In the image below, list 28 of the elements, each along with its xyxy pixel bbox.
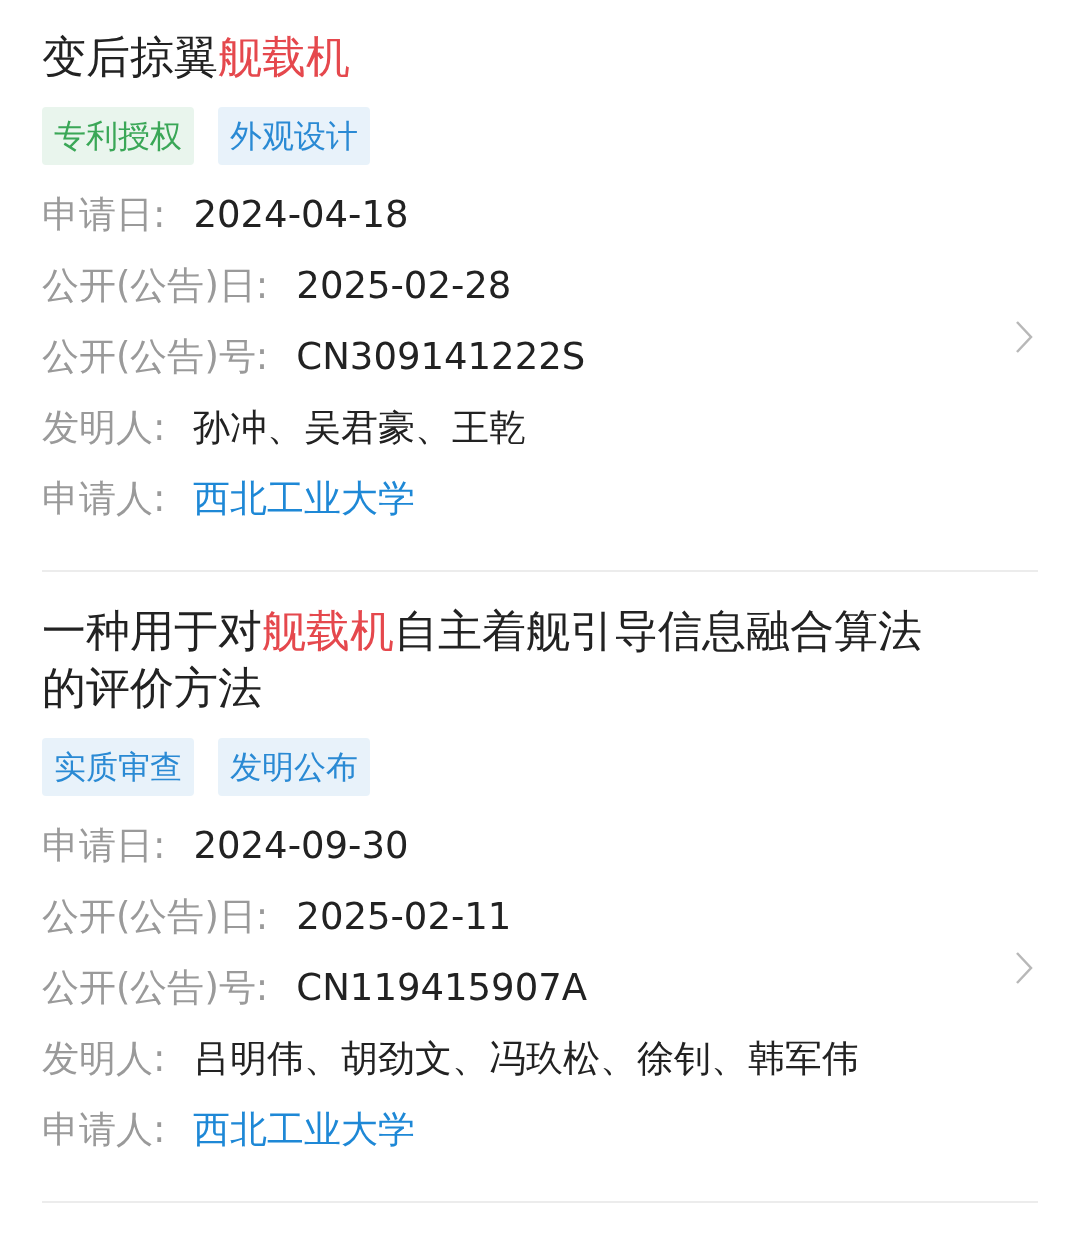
status-tag: 专利授权 xyxy=(42,107,194,165)
field-value: CN309141222S xyxy=(296,335,586,378)
field-value: 2024-04-18 xyxy=(193,193,409,236)
patent-title: 一种用于对舰载机自主着舰引导信息融合算法的评价方法 xyxy=(42,604,922,715)
patent-title: 变后掠翼舰载机 xyxy=(42,30,351,84)
status-tag: 外观设计 xyxy=(218,107,370,165)
applicant-link[interactable]: 西北工业大学 xyxy=(193,473,416,524)
field-label: 发明人: xyxy=(42,404,166,451)
field-label: 申请人: xyxy=(42,475,166,522)
field-label: 申请日: xyxy=(42,822,166,869)
patent-card[interactable]: 变后掠翼舰载机 专利授权 外观设计 申请日: 2024-04-18 公开(公告)日: 2025-02-28 公开(公告)号: CN309141222S 发明人: 孙冲、吴君豪、王乾 申请人: 西北工业大学 xyxy=(42,0,1038,572)
status-tag: 实质审查 xyxy=(42,738,194,796)
field-label: 公开(公告)日: xyxy=(42,262,269,309)
field-label: 申请日: xyxy=(42,191,166,238)
field-label: 申请人: xyxy=(42,1106,166,1153)
field-value: 2025-02-28 xyxy=(296,264,512,307)
status-tag: 发明公布 xyxy=(218,738,370,796)
applicant-link[interactable]: 西北工业大学 xyxy=(193,1104,416,1155)
field-value: 孙冲、吴君豪、王乾 xyxy=(193,404,527,451)
field-value: 2024-09-30 xyxy=(193,824,409,867)
field-value: 2025-02-11 xyxy=(296,895,512,938)
patent-card[interactable]: 一种用于对舰载机自主着舰引导信息融合算法的评价方法 实质审查 发明公布 申请日: 2024-09-30 公开(公告)日: 2025-02-11 公开(公告)号: CN119415907A 发明人: 吕明伟、胡劲文、冯玖松、徐钊、韩军伟 申请人: 西北工业大学 xyxy=(42,572,1038,1203)
field-label: 公开(公告)日: xyxy=(42,893,269,940)
field-label: 公开(公告)号: xyxy=(42,333,269,380)
field-value: 吕明伟、胡劲文、冯玖松、徐钊、韩军伟 xyxy=(193,1035,860,1082)
field-label: 发明人: xyxy=(42,1035,166,1082)
field-value: CN119415907A xyxy=(296,966,588,1009)
field-label: 公开(公告)号: xyxy=(42,964,269,1011)
